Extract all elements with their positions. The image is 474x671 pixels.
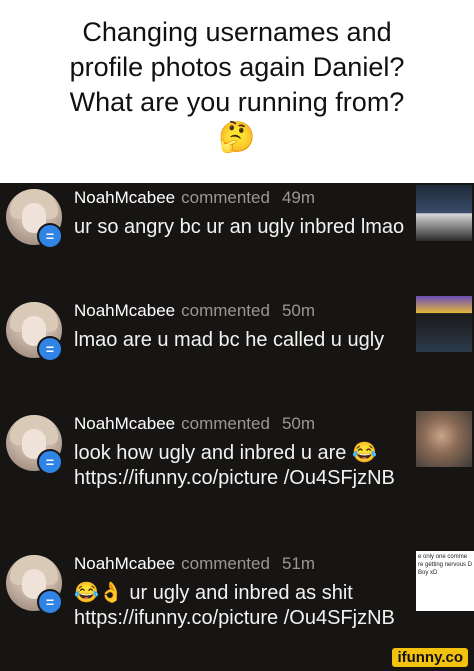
- thumb-line: e only one comme: [418, 554, 468, 560]
- caption-line-2: profile photos again Daniel?: [69, 52, 405, 82]
- comment-badge-icon: =: [37, 223, 63, 249]
- comment-text: 😂👌 ur ugly and inbred as shit https://if…: [74, 582, 395, 629]
- comment-badge-icon: =: [37, 589, 63, 615]
- notification-meta: NoahMcabee commented 51m: [74, 554, 315, 574]
- action-verb: commented: [181, 188, 270, 207]
- meme-thumbnail[interactable]: [416, 185, 472, 241]
- caption-line-1: Changing usernames and: [82, 17, 392, 47]
- comment-badge-icon: =: [37, 449, 63, 475]
- username[interactable]: NoahMcabee: [74, 301, 175, 320]
- timestamp: 50m: [281, 301, 316, 320]
- thumb-line: Boy xD: [418, 570, 438, 576]
- comment-text: look how ugly and inbred u are 😂 https:/…: [74, 442, 395, 489]
- timestamp: 49m: [281, 188, 316, 207]
- notification-meta: NoahMcabee commented 50m: [74, 301, 315, 321]
- caption-line-3: What are you running from?: [69, 87, 405, 117]
- thinking-emoji: 🤔: [218, 121, 256, 154]
- username[interactable]: NoahMcabee: [74, 188, 175, 207]
- username[interactable]: NoahMcabee: [74, 414, 175, 433]
- meme-caption: Changing usernames and profile photos ag…: [0, 0, 474, 183]
- timestamp: 51m: [281, 554, 316, 573]
- meme-thumbnail[interactable]: [416, 411, 472, 467]
- comment-text: lmao are u mad bc he called u ugly: [74, 329, 385, 351]
- meme-thumbnail[interactable]: [416, 296, 472, 352]
- comment-text: ur so angry bc ur an ugly inbred lmao: [74, 216, 405, 238]
- action-verb: commented: [181, 554, 270, 573]
- thumb-line: re getting nervous D: [418, 562, 473, 568]
- username[interactable]: NoahMcabee: [74, 554, 175, 573]
- notification-meta: NoahMcabee commented 50m: [74, 414, 315, 434]
- comment-badge-icon: =: [37, 336, 63, 362]
- action-verb: commented: [181, 301, 270, 320]
- action-verb: commented: [181, 414, 270, 433]
- notifications-screenshot: = NoahMcabee commented 49m ur so angry bc …: [0, 183, 474, 671]
- meme-thumbnail[interactable]: e only one comme re getting nervous D Bo…: [416, 551, 474, 611]
- ifunny-watermark: ifunny.co: [392, 648, 468, 667]
- notification-meta: NoahMcabee commented 49m: [74, 188, 315, 208]
- timestamp: 50m: [281, 414, 316, 433]
